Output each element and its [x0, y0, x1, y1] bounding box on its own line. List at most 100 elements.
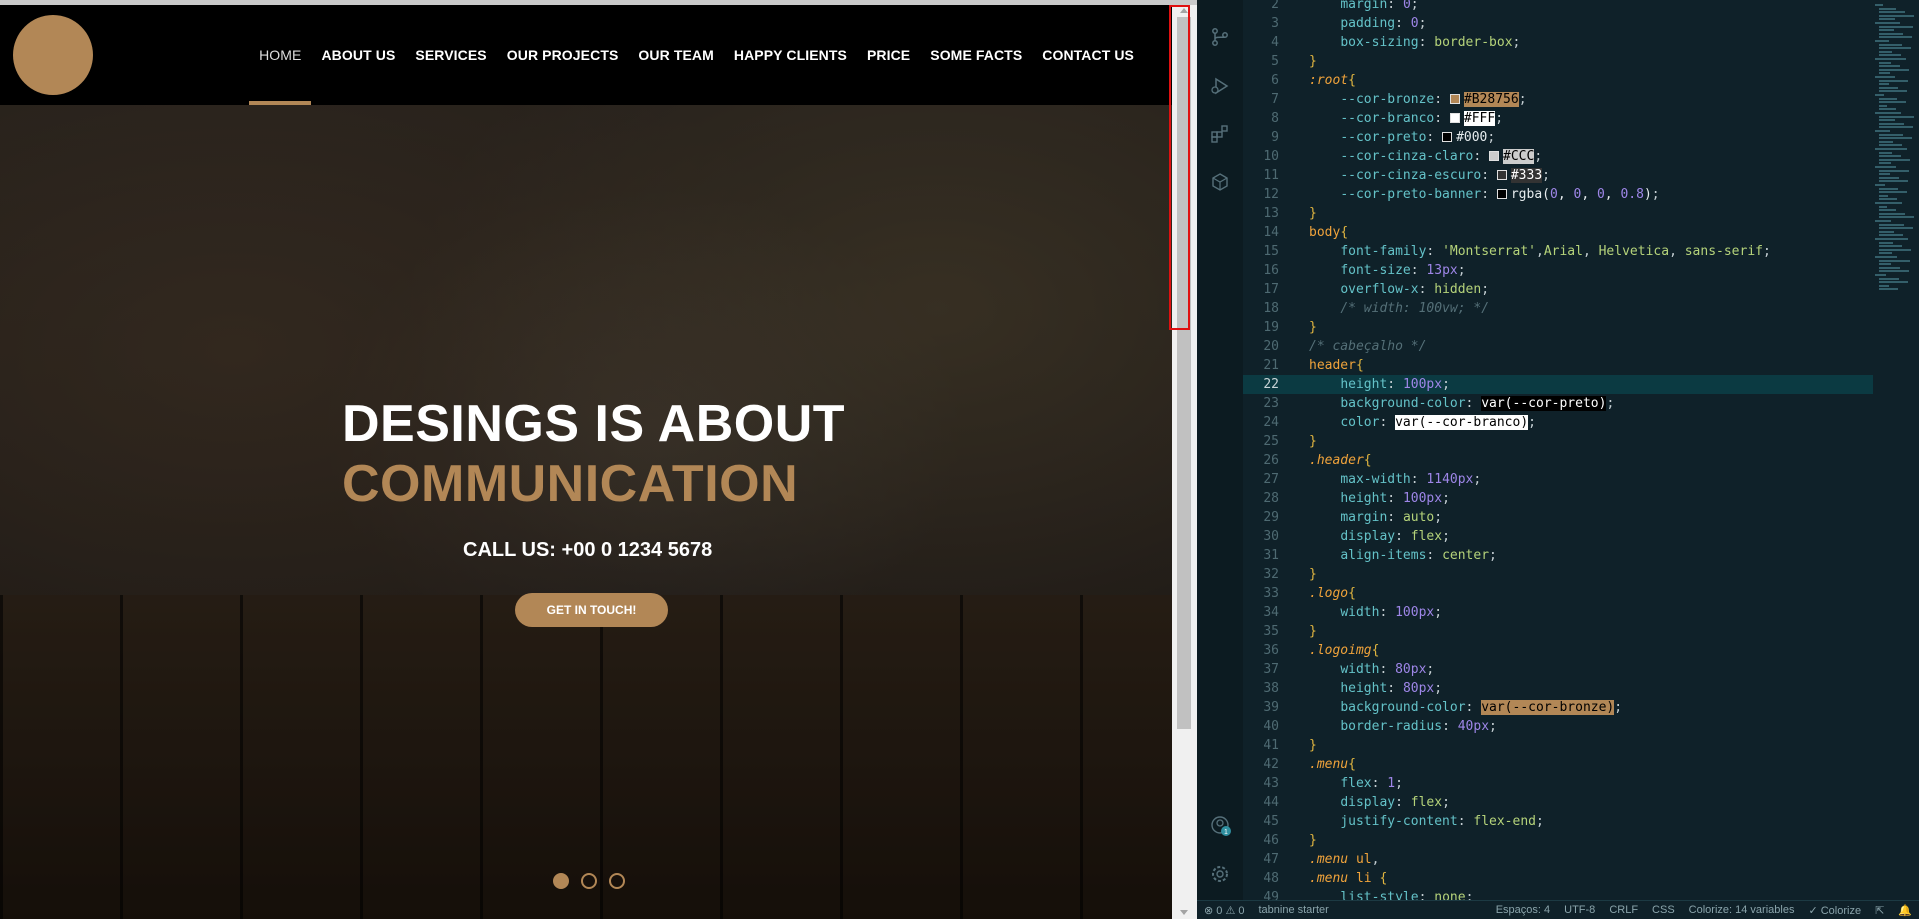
code-text: :root{	[1309, 73, 1356, 88]
code-line[interactable]: 39 background-color: var(--cor-bronze);	[1243, 698, 1873, 717]
code-line[interactable]: 3 padding: 0;	[1243, 14, 1873, 33]
nav-price[interactable]: PRICE	[857, 5, 920, 105]
code-line[interactable]: 42 .menu{	[1243, 755, 1873, 774]
code-line[interactable]: 45 justify-content: flex-end;	[1243, 812, 1873, 831]
minimap-line	[1879, 115, 1914, 118]
code-line[interactable]: 28 height: 100px;	[1243, 489, 1873, 508]
colorize-variables-status[interactable]: Colorize: 14 variables	[1682, 904, 1802, 916]
code-line[interactable]: 22 height: 100px;	[1243, 375, 1873, 394]
code-text: }	[1309, 320, 1317, 335]
code-line[interactable]: 23 background-color: var(--cor-preto);	[1243, 394, 1873, 413]
code-line[interactable]: 30 display: flex;	[1243, 527, 1873, 546]
code-line[interactable]: 38 height: 80px;	[1243, 679, 1873, 698]
code-line[interactable]: 35}	[1243, 622, 1873, 641]
code-line[interactable]: 36 .logoimg{	[1243, 641, 1873, 660]
extensions-icon[interactable]	[1210, 124, 1230, 144]
code-line[interactable]: 20 /* cabeçalho */	[1243, 337, 1873, 356]
code-line[interactable]: 32}	[1243, 565, 1873, 584]
indentation-status[interactable]: Espaços: 4	[1489, 904, 1557, 916]
code-line[interactable]: 29 margin: auto;	[1243, 508, 1873, 527]
nav-our-team[interactable]: OUR TEAM	[628, 5, 723, 105]
code-line[interactable]: 31 align-items: center;	[1243, 546, 1873, 565]
nav-happy-clients[interactable]: HAPPY CLIENTS	[724, 5, 857, 105]
minimap-line	[1879, 43, 1902, 46]
scroll-down-arrow-icon[interactable]	[1180, 910, 1188, 915]
activity-bar: 1	[1197, 0, 1243, 900]
code-line[interactable]: 49 list-style: none;	[1243, 888, 1873, 900]
code-line[interactable]: 16 font-size: 13px;	[1243, 261, 1873, 280]
nav-our-projects[interactable]: OUR PROJECTS	[497, 5, 629, 105]
line-number: 33	[1263, 586, 1279, 601]
settings-icon[interactable]	[1210, 864, 1230, 884]
code-line[interactable]: 33 .logo{	[1243, 584, 1873, 603]
code-line[interactable]: 48 .menu li {	[1243, 869, 1873, 888]
minimap-line	[1879, 137, 1912, 140]
colorize-status[interactable]: ✓ Colorize	[1801, 904, 1868, 917]
code-line[interactable]: 24 color: var(--cor-branco);	[1243, 413, 1873, 432]
code-line[interactable]: 46}	[1243, 831, 1873, 850]
code-line[interactable]: 11 --cor-cinza-escuro: #333;	[1243, 166, 1873, 185]
minimap-line	[1879, 230, 1894, 233]
nav-home[interactable]: HOME	[249, 5, 312, 105]
nav-some-facts[interactable]: SOME FACTS	[920, 5, 1032, 105]
code-text: --cor-preto-banner: rgba(0, 0, 0, 0.8);	[1340, 187, 1660, 202]
code-line[interactable]: 18 /* width: 100vw; */	[1243, 299, 1873, 318]
minimap-line	[1875, 202, 1902, 204]
code-line[interactable]: 21 header{	[1243, 356, 1873, 375]
code-text: padding: 0;	[1340, 16, 1427, 31]
logo[interactable]	[13, 15, 93, 95]
source-control-icon[interactable]	[1210, 27, 1230, 47]
code-line[interactable]: 4 box-sizing: border-box;	[1243, 33, 1873, 52]
slider-dot-2[interactable]	[581, 873, 597, 889]
code-line[interactable]: 47 .menu ul,	[1243, 850, 1873, 869]
code-line[interactable]: 13}	[1243, 204, 1873, 223]
code-line[interactable]: 15 font-family: 'Montserrat',Arial, Helv…	[1243, 242, 1873, 261]
remote-icon[interactable]	[1210, 172, 1230, 192]
eol-status[interactable]: CRLF	[1602, 904, 1645, 916]
code-line[interactable]: 6:root{	[1243, 71, 1873, 90]
tabnine-status[interactable]: tabnine starter	[1251, 904, 1335, 916]
code-line[interactable]: 10 --cor-cinza-claro: #CCC;	[1243, 147, 1873, 166]
code-line[interactable]: 34 width: 100px;	[1243, 603, 1873, 622]
code-line[interactable]: 40 border-radius: 40px;	[1243, 717, 1873, 736]
nav-about-us[interactable]: ABOUT US	[311, 5, 405, 105]
slider-dot-3[interactable]	[609, 873, 625, 889]
problems-indicator[interactable]: ⊗ 0 ⚠ 0	[1197, 904, 1251, 917]
code-text: .menu ul,	[1309, 852, 1380, 867]
code-line[interactable]: 14 body{	[1243, 223, 1873, 242]
code-text: header{	[1309, 358, 1364, 373]
code-line[interactable]: 7 --cor-bronze: #B28756;	[1243, 90, 1873, 109]
encoding-status[interactable]: UTF-8	[1557, 904, 1602, 916]
slider-dot-1[interactable]	[553, 873, 569, 889]
code-line[interactable]: 2 margin: 0;	[1243, 0, 1873, 14]
language-status[interactable]: CSS	[1645, 904, 1682, 916]
run-debug-icon[interactable]	[1210, 76, 1230, 96]
code-line[interactable]: 37 width: 80px;	[1243, 660, 1873, 679]
minimap[interactable]	[1873, 0, 1919, 900]
notifications-bell-icon[interactable]: 🔔	[1891, 904, 1919, 917]
code-line[interactable]: 17 overflow-x: hidden;	[1243, 280, 1873, 299]
code-line[interactable]: 8 --cor-branco: #FFF;	[1243, 109, 1873, 128]
code-text: height: 80px;	[1340, 681, 1443, 696]
code-line[interactable]: 26 .header{	[1243, 451, 1873, 470]
code-text: margin: 0;	[1340, 0, 1419, 12]
code-line[interactable]: 43 flex: 1;	[1243, 774, 1873, 793]
account-icon[interactable]: 1	[1210, 815, 1232, 837]
code-line[interactable]: 25}	[1243, 432, 1873, 451]
code-line[interactable]: 9 --cor-preto: #000;	[1243, 128, 1873, 147]
minimap-line	[1879, 140, 1893, 143]
code-line[interactable]: 44 display: flex;	[1243, 793, 1873, 812]
code-line[interactable]: 27 max-width: 1140px;	[1243, 470, 1873, 489]
nav-services[interactable]: SERVICES	[405, 5, 496, 105]
feedback-icon[interactable]: ⇱	[1868, 904, 1891, 917]
code-line[interactable]: 41}	[1243, 736, 1873, 755]
line-number: 12	[1263, 187, 1279, 202]
code-line[interactable]: 12 --cor-preto-banner: rgba(0, 0, 0, 0.8…	[1243, 185, 1873, 204]
get-in-touch-button[interactable]: GET IN TOUCH!	[515, 593, 668, 627]
code-text: max-width: 1140px;	[1340, 472, 1482, 487]
line-number: 10	[1263, 149, 1279, 164]
code-line[interactable]: 5}	[1243, 52, 1873, 71]
code-area[interactable]: 2 margin: 0; 3 padding: 0; 4 box-sizing: b…	[1243, 0, 1873, 900]
code-line[interactable]: 19}	[1243, 318, 1873, 337]
nav-contact-us[interactable]: CONTACT US	[1032, 5, 1144, 105]
